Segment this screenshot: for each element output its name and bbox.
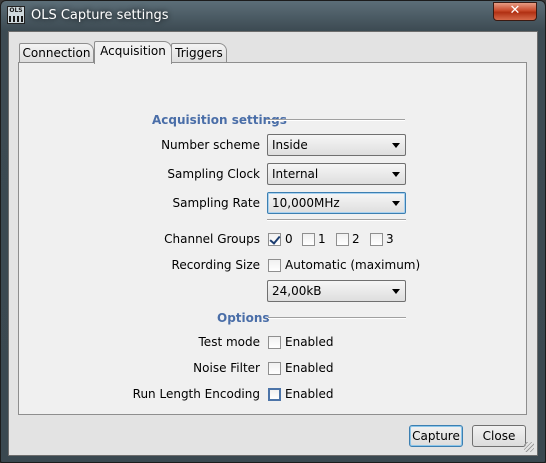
channel-group-0-label: 0: [285, 232, 293, 246]
channel-group-3-label: 3: [386, 232, 394, 246]
window-title: OLS Capture settings: [31, 8, 169, 23]
channel-group-1-label: 1: [318, 232, 326, 246]
app-icon-text: OLS: [9, 7, 23, 14]
number-scheme-label: Number scheme: [161, 138, 260, 152]
ols-app-icon: OLS: [7, 6, 25, 24]
noise-filter-enabled-label: Enabled: [285, 361, 334, 375]
dialog-window: OLS OLS Capture settings ✕ Connection Ac…: [0, 0, 546, 463]
recording-size-value: 24,00kB: [272, 284, 322, 298]
recording-size-select[interactable]: 24,00kB: [267, 280, 406, 302]
chevron-down-icon: [392, 143, 400, 148]
noise-filter-checkbox[interactable]: [268, 362, 281, 375]
chevron-down-icon: [392, 172, 400, 177]
options-separator: [268, 317, 406, 319]
options-heading: Options: [217, 311, 270, 325]
heading-separator: [266, 119, 405, 121]
recording-size-automatic-checkbox[interactable]: [268, 259, 281, 272]
tab-acquisition[interactable]: Acquisition: [94, 41, 172, 64]
channel-group-0-checkbox[interactable]: [268, 233, 281, 246]
close-button[interactable]: Close: [472, 425, 526, 447]
window-close-button[interactable]: ✕: [493, 2, 537, 21]
rate-separator: [267, 219, 406, 221]
sampling-clock-value: Internal: [272, 167, 319, 181]
number-scheme-value: Inside: [272, 138, 308, 152]
recording-size-automatic-label: Automatic (maximum): [285, 258, 421, 272]
number-scheme-select[interactable]: Inside: [267, 134, 406, 156]
title-bar[interactable]: OLS OLS Capture settings ✕: [1, 1, 545, 31]
rle-checkbox[interactable]: [268, 388, 281, 401]
recording-size-label: Recording Size: [171, 258, 260, 272]
noise-filter-label: Noise Filter: [193, 361, 260, 375]
channel-group-2-label: 2: [352, 232, 360, 246]
rle-label: Run Length Encoding: [132, 387, 260, 401]
test-mode-label: Test mode: [198, 335, 260, 349]
channel-group-3-checkbox[interactable]: [370, 233, 383, 246]
tab-triggers[interactable]: Triggers: [171, 43, 227, 63]
sampling-rate-value: 10,000MHz: [272, 196, 340, 210]
sampling-clock-select[interactable]: Internal: [267, 163, 406, 185]
close-icon: ✕: [509, 3, 521, 18]
channel-groups-label: Channel Groups: [164, 232, 260, 246]
tab-connection[interactable]: Connection: [19, 43, 94, 63]
rle-enabled-label: Enabled: [285, 387, 334, 401]
sampling-clock-label: Sampling Clock: [167, 167, 260, 181]
acquisition-panel: Acquisition settings Number scheme Insid…: [18, 62, 527, 415]
dialog-client-area: Connection Acquisition Triggers Acquisit…: [8, 31, 538, 456]
sampling-rate-select[interactable]: 10,000MHz: [267, 192, 406, 214]
test-mode-checkbox[interactable]: [268, 336, 281, 349]
chevron-down-icon: [392, 289, 400, 294]
chevron-down-icon: [392, 201, 400, 206]
channel-group-2-checkbox[interactable]: [336, 233, 349, 246]
sampling-rate-label: Sampling Rate: [172, 196, 261, 210]
channel-group-1-checkbox[interactable]: [302, 233, 315, 246]
capture-button[interactable]: Capture: [409, 425, 463, 447]
test-mode-enabled-label: Enabled: [285, 335, 334, 349]
resize-grip-icon[interactable]: [524, 442, 534, 452]
